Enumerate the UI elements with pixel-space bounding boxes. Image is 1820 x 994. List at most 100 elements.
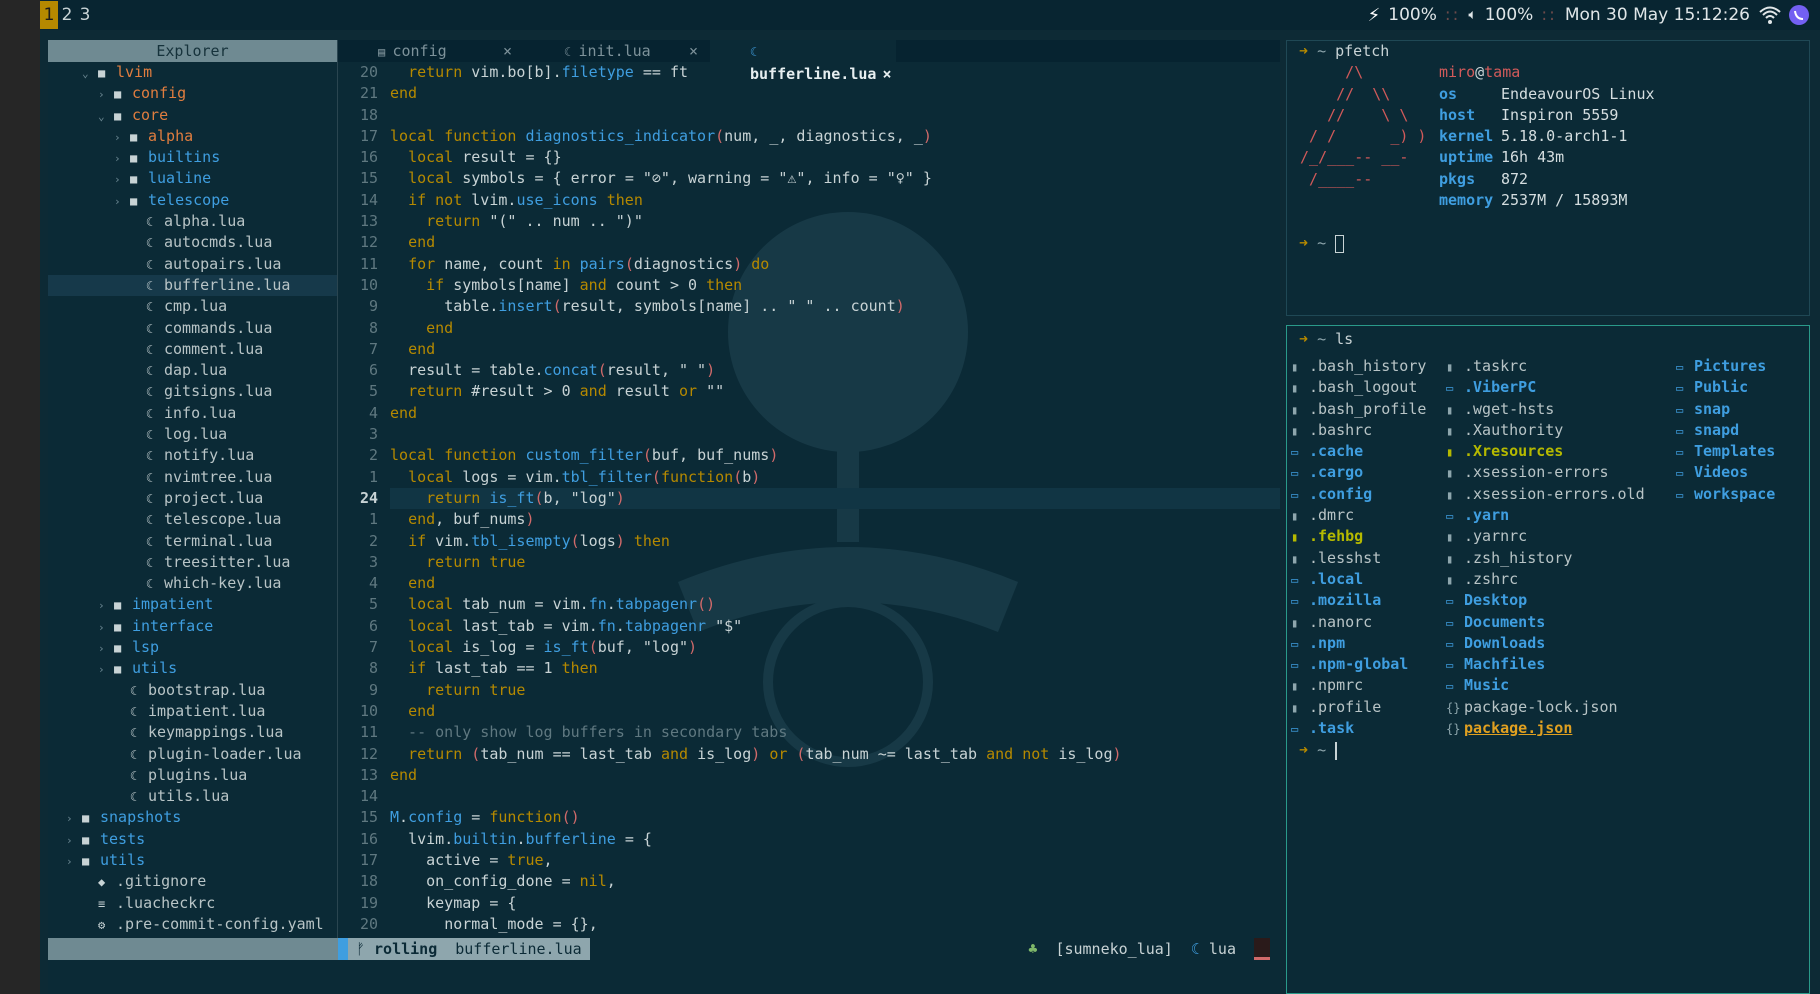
code-line[interactable]: end bbox=[390, 403, 1280, 424]
tab-bufferline-lua[interactable]: ☾ bufferline.lua × bbox=[710, 40, 896, 83]
ls-entry[interactable]: ▮ .nanorc bbox=[1291, 612, 1426, 633]
tree-item[interactable]: › ■ tests bbox=[48, 829, 337, 850]
code-line[interactable]: local function diagnostics_indicator(num… bbox=[390, 126, 1280, 147]
viber-icon[interactable] bbox=[1788, 4, 1810, 26]
ls-entry[interactable]: ▮ .yarnrc bbox=[1446, 526, 1645, 547]
tree-item[interactable]: ☾ dap.lua bbox=[48, 360, 337, 381]
ls-entry[interactable]: ▭ Desktop bbox=[1446, 590, 1645, 611]
code-line[interactable]: on_config_done = nil, bbox=[390, 871, 1280, 892]
code-buffer[interactable]: return vim.bo[b].filetype == ft end local … bbox=[390, 62, 1280, 935]
code-line[interactable]: return vim.bo[b].filetype == ft bbox=[390, 62, 1280, 83]
tree-item[interactable]: ☾ cmp.lua bbox=[48, 296, 337, 317]
ls-entry[interactable]: ▭ .npm-global bbox=[1291, 654, 1426, 675]
ls-entry[interactable]: ▭ .npm bbox=[1291, 633, 1426, 654]
code-line[interactable]: lvim.builtin.bufferline = { bbox=[390, 829, 1280, 850]
code-line[interactable]: if vim.tbl_isempty(logs) then bbox=[390, 531, 1280, 552]
tree-item[interactable]: ☾ info.lua bbox=[48, 403, 337, 424]
ls-entry[interactable]: ▮ .npmrc bbox=[1291, 675, 1426, 696]
tree-item[interactable]: ☾ log.lua bbox=[48, 424, 337, 445]
tree-item[interactable]: ☾ terminal.lua bbox=[48, 531, 337, 552]
ls-entry[interactable]: ▮ .bash_profile bbox=[1291, 399, 1426, 420]
tree-item[interactable]: ☾ plugin-loader.lua bbox=[48, 744, 337, 765]
ls-entry[interactable]: ▮ .zshrc bbox=[1446, 569, 1645, 590]
tree-item[interactable]: ☾ notify.lua bbox=[48, 445, 337, 466]
ls-entry[interactable]: ▭ workspace bbox=[1676, 484, 1775, 505]
ls-entry[interactable]: ▮ .wget-hsts bbox=[1446, 399, 1645, 420]
ls-entry[interactable]: ▭ Templates bbox=[1676, 441, 1775, 462]
ls-entry[interactable]: ▮ .zsh_history bbox=[1446, 548, 1645, 569]
tree-item[interactable]: ☾ utils.lua bbox=[48, 786, 337, 807]
ls-entry[interactable]: ▭ .local bbox=[1291, 569, 1426, 590]
code-line[interactable]: normal_mode = {}, bbox=[390, 914, 1280, 935]
code-line[interactable]: end bbox=[390, 701, 1280, 722]
workspace-2[interactable]: 2 bbox=[58, 1, 76, 29]
code-line[interactable]: end bbox=[390, 573, 1280, 594]
ls-entry[interactable]: ▭ .config bbox=[1291, 484, 1426, 505]
ls-entry[interactable]: ▮ .bashrc bbox=[1291, 420, 1426, 441]
ls-entry[interactable]: ▭ .ViberPC bbox=[1446, 377, 1645, 398]
code-line[interactable]: local function custom_filter(buf, buf_nu… bbox=[390, 445, 1280, 466]
tree-item[interactable]: ☾ treesitter.lua bbox=[48, 552, 337, 573]
ls-entry[interactable]: ▭ .cache bbox=[1291, 441, 1426, 462]
tree-item[interactable]: › ■ telescope bbox=[48, 190, 337, 211]
tree-item[interactable]: ☾ bufferline.lua bbox=[48, 274, 337, 297]
tree-item[interactable]: ⚙ .pre-commit-config.yaml bbox=[48, 914, 337, 935]
ls-entry[interactable]: {} package-lock.json bbox=[1446, 697, 1645, 718]
ls-entry[interactable]: ▭ .cargo bbox=[1291, 462, 1426, 483]
code-line[interactable]: end bbox=[390, 318, 1280, 339]
code-line[interactable] bbox=[390, 105, 1280, 126]
workspace-1[interactable]: 1 bbox=[40, 1, 58, 29]
code-line[interactable]: return true bbox=[390, 552, 1280, 573]
ls-entry[interactable]: ▭ Downloads bbox=[1446, 633, 1645, 654]
code-line[interactable]: M.config = function() bbox=[390, 807, 1280, 828]
ls-entry[interactable]: ▭ Music bbox=[1446, 675, 1645, 696]
tree-item[interactable]: ☾ nvimtree.lua bbox=[48, 467, 337, 488]
terminal-ls[interactable]: ➜ ~ ls ▮ .bash_history ▮ .bash_logout ▮ .bash… bbox=[1286, 325, 1810, 994]
ls-entry[interactable]: ▮ .profile bbox=[1291, 697, 1426, 718]
tree-item[interactable]: ☾ alpha.lua bbox=[48, 211, 337, 232]
ls-entry[interactable]: ▮ .xsession-errors.old bbox=[1446, 484, 1645, 505]
ls-entry[interactable]: ▮ .fehbg bbox=[1291, 526, 1426, 547]
code-editor[interactable]: 20 21 18 17 16 15 14 13 12 11 10 9 8 7 6 5 4 3 2 1 24 1 2 3 4 5 6 7… bbox=[338, 62, 1280, 960]
code-line[interactable]: local tab_num = vim.fn.tabpagenr() bbox=[390, 594, 1280, 615]
tree-item[interactable]: › ■ impatient bbox=[48, 594, 337, 615]
ls-entry[interactable]: ▭ .mozilla bbox=[1291, 590, 1426, 611]
tree-item[interactable]: ⌄ ■ lvim bbox=[48, 62, 337, 83]
tree-item[interactable]: ☾ commands.lua bbox=[48, 318, 337, 339]
tree-item[interactable]: ☾ which-key.lua bbox=[48, 573, 337, 594]
code-line[interactable]: return #result > 0 and result or "" bbox=[390, 381, 1280, 402]
ls-entry[interactable]: ▮ .Xauthority bbox=[1446, 420, 1645, 441]
ls-entry[interactable]: ▭ .task bbox=[1291, 718, 1426, 739]
ls-entry[interactable]: ▮ .xsession-errors bbox=[1446, 462, 1645, 483]
code-line[interactable]: local result = {} bbox=[390, 147, 1280, 168]
tab-init-lua[interactable]: ☾ init.lua × bbox=[524, 40, 710, 62]
tree-item[interactable]: ◆ .gitignore bbox=[48, 871, 337, 892]
tree-item[interactable]: ☾ bootstrap.lua bbox=[48, 680, 337, 701]
volume-level[interactable]: 100% bbox=[1485, 5, 1534, 25]
workspace-3[interactable]: 3 bbox=[76, 1, 94, 29]
ls-entry[interactable]: ▭ Public bbox=[1676, 377, 1775, 398]
tree-item[interactable]: ☾ autopairs.lua bbox=[48, 254, 337, 275]
close-icon[interactable]: × bbox=[689, 40, 698, 62]
ls-entry[interactable]: ▭ Machfiles bbox=[1446, 654, 1645, 675]
code-line[interactable]: for name, count in pairs(diagnostics) do bbox=[390, 254, 1280, 275]
code-line[interactable]: local symbols = { error = "⊘", warning =… bbox=[390, 168, 1280, 189]
code-line[interactable]: end bbox=[390, 232, 1280, 253]
code-line[interactable]: end bbox=[390, 339, 1280, 360]
ls-entry[interactable]: ▭ Pictures bbox=[1676, 356, 1775, 377]
tree-item[interactable]: › ■ lsp bbox=[48, 637, 337, 658]
tree-item[interactable]: ⌄ ■ core bbox=[48, 105, 337, 126]
tab-config[interactable]: ▤ config × bbox=[338, 40, 524, 62]
wifi-icon[interactable] bbox=[1758, 4, 1781, 26]
tree-item[interactable]: › ■ utils bbox=[48, 850, 337, 871]
code-line[interactable]: local last_tab = vim.fn.tabpagenr "$" bbox=[390, 616, 1280, 637]
ls-entry[interactable]: ▮ .bash_logout bbox=[1291, 377, 1426, 398]
code-line[interactable]: return "(" .. num .. ")" bbox=[390, 211, 1280, 232]
tree-item[interactable]: ☾ autocmds.lua bbox=[48, 232, 337, 253]
ls-entry[interactable]: ▮ .lesshst bbox=[1291, 548, 1426, 569]
ls-entry[interactable]: ▭ .yarn bbox=[1446, 505, 1645, 526]
code-line[interactable]: end, buf_nums) bbox=[390, 509, 1280, 530]
code-line[interactable]: local is_log = is_ft(buf, "log") bbox=[390, 637, 1280, 658]
tree-item[interactable]: ☾ keymappings.lua bbox=[48, 722, 337, 743]
tree-item[interactable]: › ■ lualine bbox=[48, 168, 337, 189]
